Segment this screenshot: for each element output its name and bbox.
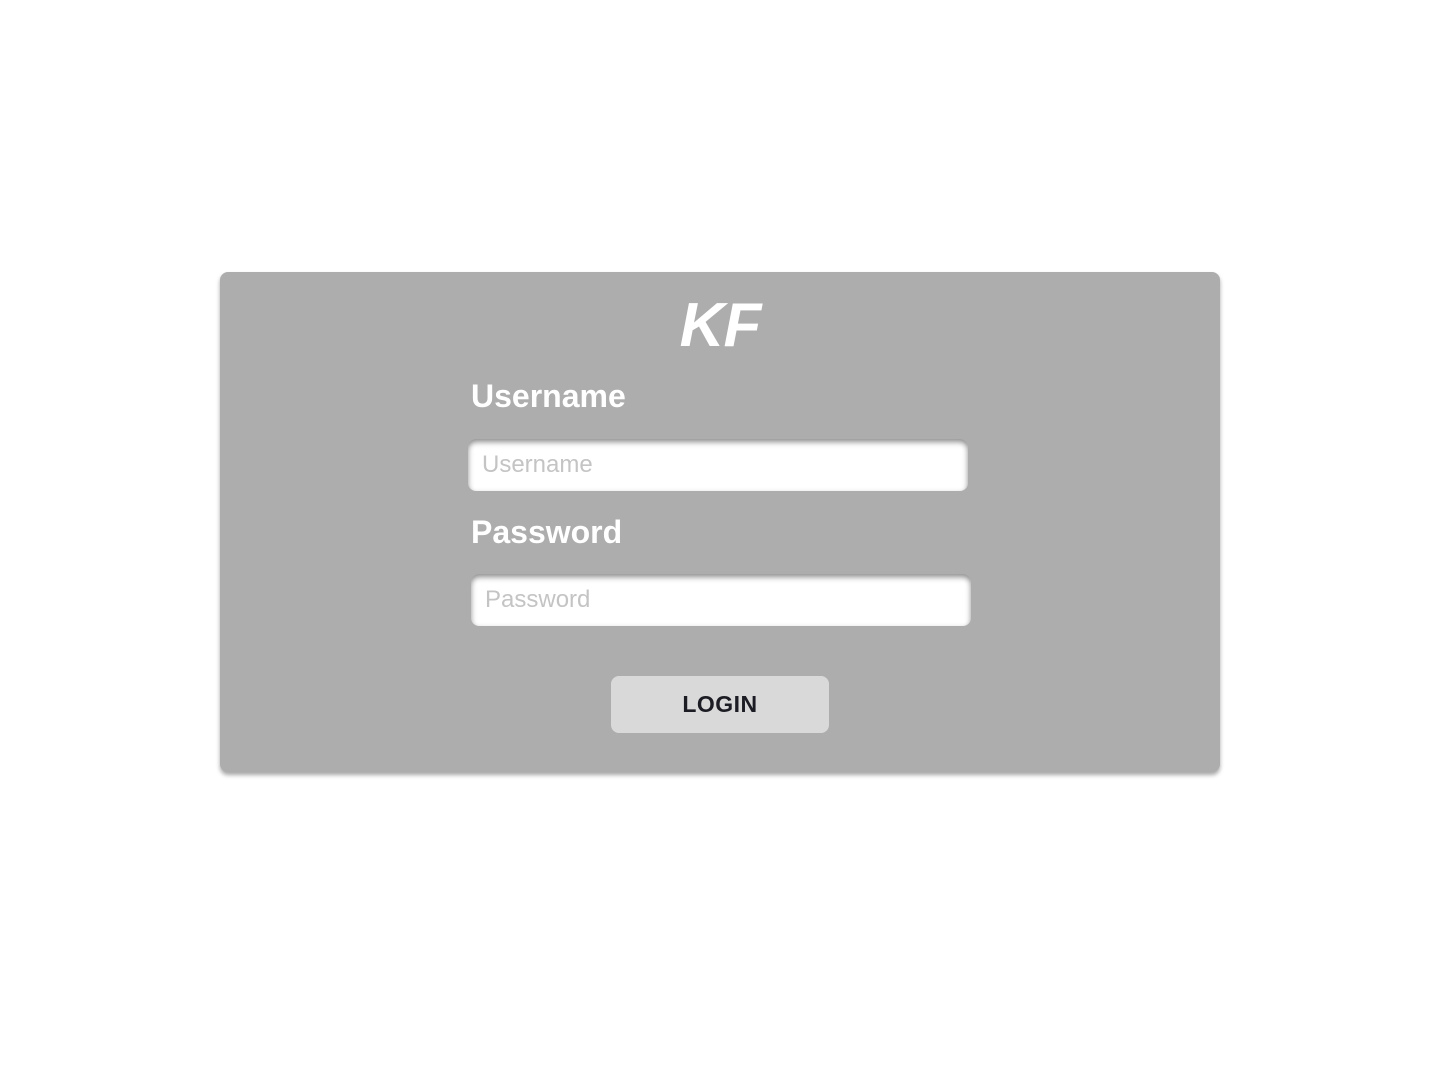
login-card: KF Username Password LOGIN (220, 272, 1220, 772)
login-button[interactable]: LOGIN (611, 676, 829, 733)
logo: KF (679, 291, 762, 360)
username-label: Username (471, 378, 626, 414)
password-label: Password (471, 514, 623, 550)
username-input[interactable] (468, 439, 968, 491)
password-input[interactable] (471, 574, 971, 626)
login-page: KF Username Password LOGIN (0, 0, 1440, 1080)
